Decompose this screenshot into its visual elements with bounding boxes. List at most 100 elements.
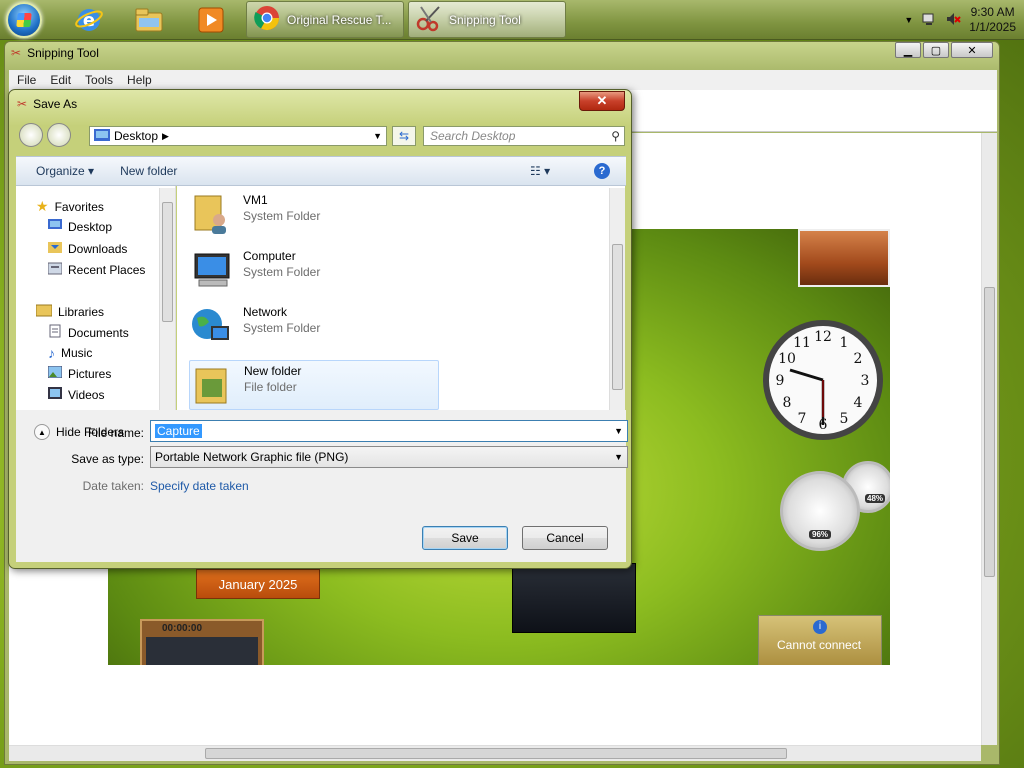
taskbar-window-chrome[interactable]: Original Rescue T... — [246, 1, 404, 38]
minimize-button[interactable]: ▁ — [895, 42, 921, 58]
chevron-down-icon[interactable]: ▼ — [614, 426, 623, 436]
window-controls: ▁ ▢ ✕ — [895, 42, 993, 58]
cpu-percent: 96% — [809, 530, 832, 539]
chevron-up-icon: ▲ — [34, 424, 50, 440]
taskbar-window-label: Snipping Tool — [449, 12, 521, 27]
nav-libraries[interactable]: Libraries — [35, 303, 105, 320]
help-icon[interactable]: ? — [594, 163, 610, 179]
svg-text:7: 7 — [798, 411, 807, 427]
nav-label: Favorites — [54, 199, 104, 214]
svg-text:3: 3 — [861, 373, 870, 389]
network-globe-icon — [189, 304, 233, 348]
scissors-icon: ✂ — [17, 97, 28, 111]
scissors-icon — [415, 4, 443, 35]
search-icon[interactable]: ⚲ — [611, 129, 620, 143]
svg-text:8: 8 — [783, 395, 792, 411]
view-options-icon[interactable]: ☷ ▾ — [530, 164, 550, 178]
file-name: New folder — [244, 364, 302, 378]
save-button[interactable]: Save — [422, 526, 508, 550]
nav-label: Recent Places — [68, 262, 146, 277]
clock-date: 1/1/2025 — [969, 20, 1016, 34]
file-name-value: Capture — [155, 424, 202, 438]
list-item[interactable]: Computer System Folder — [189, 248, 429, 300]
taskbar-window-label: Original Rescue T... — [287, 12, 392, 27]
address-bar[interactable]: Desktop ▶ ▼ — [89, 126, 387, 146]
svg-text:9: 9 — [776, 373, 785, 389]
menu-edit[interactable]: Edit — [50, 73, 71, 87]
breadcrumb-arrow-icon[interactable]: ▶ — [162, 131, 169, 142]
hide-folders-button[interactable]: ▲ Hide Folders — [34, 424, 124, 440]
nav-recent-places[interactable]: Recent Places — [47, 261, 146, 278]
command-bar: Organize ▾ New folder ☷ ▾ ? — [16, 156, 626, 186]
menu-file[interactable]: File — [17, 73, 36, 87]
start-button[interactable] — [6, 2, 42, 38]
dialog-titlebar: ✂ Save As — [17, 97, 77, 111]
search-input[interactable]: Search Desktop ⚲ — [423, 126, 625, 146]
nav-downloads[interactable]: Downloads — [48, 240, 127, 257]
cancel-button[interactable]: Cancel — [522, 526, 608, 550]
desktop-icon — [94, 128, 110, 144]
show-hidden-icons-icon[interactable]: ▼ — [904, 15, 913, 25]
nav-label: Pictures — [68, 366, 112, 381]
nav-label: Libraries — [58, 304, 105, 319]
nav-documents[interactable]: Documents — [48, 324, 129, 341]
libraries-icon — [35, 303, 53, 320]
hide-folders-label: Hide Folders — [56, 425, 125, 439]
nav-desktop[interactable]: Desktop — [48, 219, 112, 234]
nav-label: Downloads — [68, 241, 128, 256]
horizontal-scrollbar[interactable] — [9, 745, 981, 761]
system-tray: ▼ 9:30 AM 1/1/2025 — [904, 0, 1024, 40]
clock-gadget: 1212 345 678 91011 — [763, 320, 883, 440]
dialog-close-button[interactable]: ✕ — [579, 91, 625, 111]
menu-help[interactable]: Help — [127, 73, 152, 87]
scissors-icon: ✂ — [11, 46, 22, 60]
recent-places-icon — [47, 261, 63, 278]
nav-music[interactable]: ♪ Music — [48, 345, 92, 361]
windows-explorer-icon[interactable] — [132, 4, 166, 36]
date-taken-link[interactable]: Specify date taken — [150, 479, 249, 493]
svg-text:12: 12 — [814, 329, 832, 345]
timer-readout: 00:00:00 — [162, 623, 203, 634]
system-clock[interactable]: 9:30 AM 1/1/2025 — [969, 5, 1016, 35]
info-icon: i — [813, 620, 827, 634]
media-player-icon[interactable] — [194, 4, 228, 36]
new-folder-button[interactable]: New folder — [120, 164, 177, 178]
internet-explorer-icon[interactable]: e — [72, 4, 106, 36]
dialog-title: Save As — [33, 97, 78, 111]
organize-button[interactable]: Organize ▾ — [36, 164, 94, 178]
nav-label: Desktop — [68, 219, 113, 234]
folder-icon — [190, 363, 234, 407]
taskbar: e Original Rescue T... Snipping Tool ▼ 9… — [0, 0, 1024, 40]
nav-label: Music — [61, 346, 93, 360]
nav-videos[interactable]: Videos — [48, 387, 104, 402]
menu-tools[interactable]: Tools — [85, 73, 113, 87]
cpu-meter-gadget: 96% — [780, 471, 860, 551]
file-name-input[interactable]: Capture ▼ — [150, 420, 628, 442]
svg-text:1: 1 — [840, 335, 849, 351]
nav-pictures[interactable]: Pictures — [47, 365, 112, 381]
file-type: System Folder — [243, 265, 321, 279]
videos-icon — [48, 387, 62, 402]
window-titlebar: ✂ Snipping Tool — [11, 46, 99, 60]
back-button[interactable] — [19, 123, 43, 147]
nav-pane-scrollbar[interactable] — [159, 188, 175, 410]
save-as-type-select[interactable]: Portable Network Graphic file (PNG) ▼ — [150, 446, 628, 468]
file-list-scrollbar[interactable] — [609, 188, 625, 410]
list-item-selected[interactable]: New folder File folder — [189, 360, 439, 410]
volume-muted-icon[interactable] — [945, 11, 961, 30]
nav-favorites[interactable]: ★ Favorites — [36, 198, 104, 215]
close-button[interactable]: ✕ — [951, 42, 993, 58]
taskbar-window-snipping-tool[interactable]: Snipping Tool — [408, 1, 566, 38]
vertical-scrollbar[interactable] — [981, 133, 997, 745]
forward-button[interactable] — [47, 123, 71, 147]
list-item[interactable]: VM1 System Folder — [189, 192, 429, 244]
network-icon[interactable] — [921, 11, 937, 30]
window-title: Snipping Tool — [27, 46, 99, 60]
list-item[interactable]: Network System Folder — [189, 304, 429, 356]
maximize-button[interactable]: ▢ — [923, 42, 949, 58]
file-name: Network — [243, 305, 288, 319]
chevron-down-icon[interactable]: ▼ — [614, 452, 623, 462]
address-dropdown-icon[interactable]: ▼ — [373, 131, 382, 141]
refresh-icon[interactable]: ⇆ — [392, 126, 416, 146]
address-location: Desktop — [114, 129, 159, 143]
